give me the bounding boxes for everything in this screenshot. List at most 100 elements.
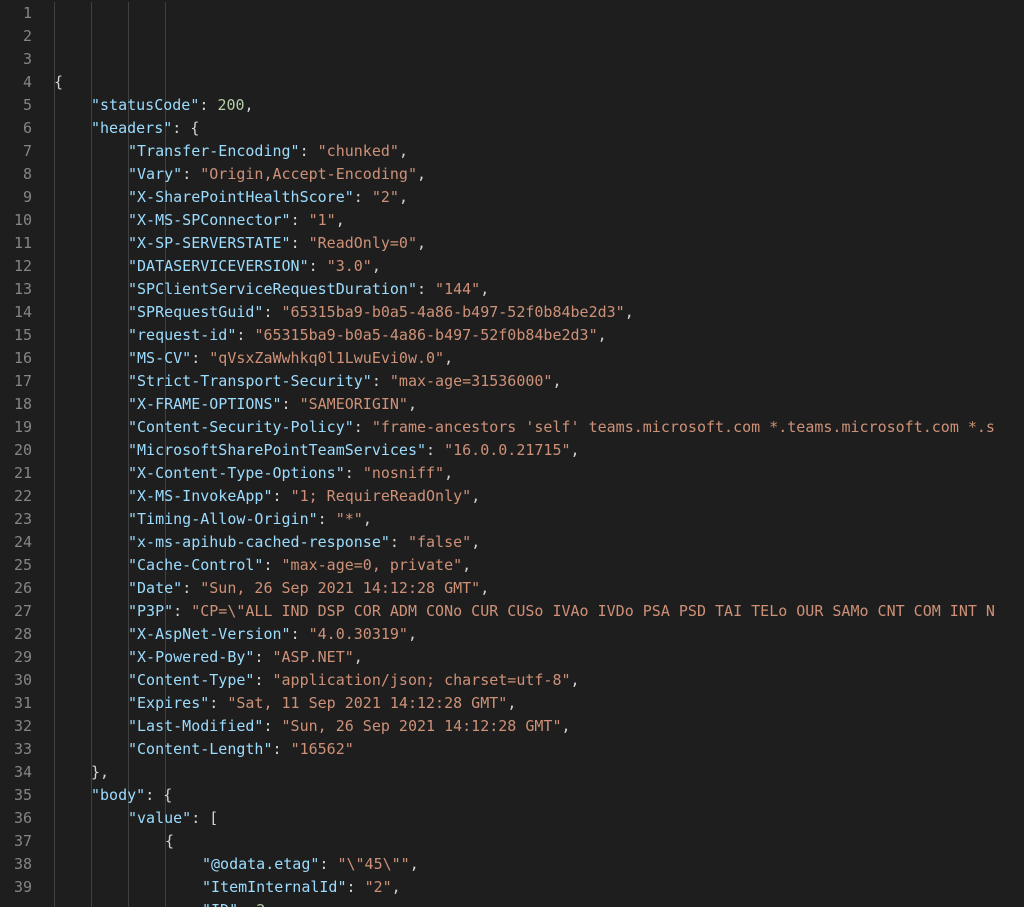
line-number: 6 — [0, 117, 32, 140]
line-number: 39 — [0, 876, 32, 899]
token-pun: : — [172, 119, 190, 137]
code-line[interactable]: "X-AspNet-Version": "4.0.30319", — [44, 623, 1024, 646]
line-number: 20 — [0, 439, 32, 462]
token-key: "X-SP-SERVERSTATE" — [128, 234, 291, 252]
code-line[interactable]: "@odata.etag": "\"45\"", — [44, 853, 1024, 876]
token-key: "MS-CV" — [128, 349, 191, 367]
code-line[interactable]: { — [44, 71, 1024, 94]
code-line[interactable]: "X-MS-InvokeApp": "1; RequireReadOnly", — [44, 485, 1024, 508]
code-line[interactable]: "x-ms-apihub-cached-response": "false", — [44, 531, 1024, 554]
line-number: 7 — [0, 140, 32, 163]
code-line[interactable]: "request-id": "65315ba9-b0a5-4a86-b497-5… — [44, 324, 1024, 347]
code-line[interactable]: "Vary": "Origin,Accept-Encoding", — [44, 163, 1024, 186]
code-line[interactable]: "MS-CV": "qVsxZaWwhkq0l1LwuEvi0w.0", — [44, 347, 1024, 370]
code-line[interactable]: "Cache-Control": "max-age=0, private", — [44, 554, 1024, 577]
token-key: "SPClientServiceRequestDuration" — [128, 280, 417, 298]
token-key: "X-AspNet-Version" — [128, 625, 291, 643]
line-number: 35 — [0, 784, 32, 807]
token-pun: , — [399, 188, 408, 206]
line-number: 2 — [0, 25, 32, 48]
code-line[interactable]: "SPRequestGuid": "65315ba9-b0a5-4a86-b49… — [44, 301, 1024, 324]
token-str: "max-age=31536000" — [390, 372, 553, 390]
line-number: 10 — [0, 209, 32, 232]
token-key: "Expires" — [128, 694, 209, 712]
token-pun: : — [345, 464, 363, 482]
code-line[interactable]: "X-SP-SERVERSTATE": "ReadOnly=0", — [44, 232, 1024, 255]
token-str: "max-age=0, private" — [282, 556, 463, 574]
token-key: "DATASERVICEVERSION" — [128, 257, 309, 275]
code-line[interactable]: "X-MS-SPConnector": "1", — [44, 209, 1024, 232]
line-number: 24 — [0, 531, 32, 554]
line-number: 22 — [0, 485, 32, 508]
code-content[interactable]: {"statusCode": 200,"headers": {"Transfer… — [44, 0, 1024, 907]
token-key: "X-Powered-By" — [128, 648, 254, 666]
token-str: "nosniff" — [363, 464, 444, 482]
token-pun: : — [209, 694, 227, 712]
code-line[interactable]: "MicrosoftSharePointTeamServices": "16.0… — [44, 439, 1024, 462]
code-line[interactable]: "headers": { — [44, 117, 1024, 140]
token-pun: , — [417, 234, 426, 252]
code-line[interactable]: "Expires": "Sat, 11 Sep 2021 14:12:28 GM… — [44, 692, 1024, 715]
code-line[interactable]: }, — [44, 761, 1024, 784]
line-number: 13 — [0, 278, 32, 301]
code-line[interactable]: "value": [ — [44, 807, 1024, 830]
token-pun: : — [145, 786, 163, 804]
line-number: 3 — [0, 48, 32, 71]
code-line[interactable]: "ItemInternalId": "2", — [44, 876, 1024, 899]
code-line[interactable]: "X-Content-Type-Options": "nosniff", — [44, 462, 1024, 485]
code-line[interactable]: "statusCode": 200, — [44, 94, 1024, 117]
token-key: "P3P" — [128, 602, 173, 620]
code-line[interactable]: "Content-Length": "16562" — [44, 738, 1024, 761]
code-line[interactable]: "X-SharePointHealthScore": "2", — [44, 186, 1024, 209]
token-str: "2" — [365, 878, 392, 896]
token-key: "headers" — [91, 119, 172, 137]
line-number: 34 — [0, 761, 32, 784]
code-line[interactable]: "Transfer-Encoding": "chunked", — [44, 140, 1024, 163]
token-key: "ID" — [202, 901, 238, 907]
line-number: 19 — [0, 416, 32, 439]
line-number: 26 — [0, 577, 32, 600]
token-key: "X-SharePointHealthScore" — [128, 188, 354, 206]
line-number: 38 — [0, 853, 32, 876]
token-pun: , — [480, 280, 489, 298]
token-str: "Sun, 26 Sep 2021 14:12:28 GMT" — [200, 579, 480, 597]
code-line[interactable]: "ID": 2, — [44, 899, 1024, 907]
code-line[interactable]: { — [44, 830, 1024, 853]
code-line[interactable]: "Content-Type": "application/json; chars… — [44, 669, 1024, 692]
code-line[interactable]: "body": { — [44, 784, 1024, 807]
line-number: 18 — [0, 393, 32, 416]
token-pun: : — [426, 441, 444, 459]
token-str: "1" — [309, 211, 336, 229]
code-line[interactable]: "Date": "Sun, 26 Sep 2021 14:12:28 GMT", — [44, 577, 1024, 600]
token-key: "Last-Modified" — [128, 717, 263, 735]
code-line[interactable]: "DATASERVICEVERSION": "3.0", — [44, 255, 1024, 278]
code-line[interactable]: "Strict-Transport-Security": "max-age=31… — [44, 370, 1024, 393]
token-str: "*" — [336, 510, 363, 528]
token-num: 200 — [217, 96, 244, 114]
token-pun: : — [254, 671, 272, 689]
code-line[interactable]: "X-Powered-By": "ASP.NET", — [44, 646, 1024, 669]
token-str: "\"45\"" — [337, 855, 409, 873]
line-number: 17 — [0, 370, 32, 393]
line-number-gutter: 1234567891011121314151617181920212223242… — [0, 0, 44, 907]
token-str: "ASP.NET" — [273, 648, 354, 666]
token-str: "Sun, 26 Sep 2021 14:12:28 GMT" — [282, 717, 562, 735]
code-line[interactable]: "Content-Security-Policy": "frame-ancest… — [44, 416, 1024, 439]
token-key: "Content-Type" — [128, 671, 254, 689]
code-line[interactable]: "Last-Modified": "Sun, 26 Sep 2021 14:12… — [44, 715, 1024, 738]
token-pun: , — [444, 349, 453, 367]
line-number: 25 — [0, 554, 32, 577]
code-line[interactable]: "Timing-Allow-Origin": "*", — [44, 508, 1024, 531]
code-line[interactable]: "SPClientServiceRequestDuration": "144", — [44, 278, 1024, 301]
token-brace: [ — [209, 809, 218, 827]
token-pun: , — [571, 671, 580, 689]
code-line[interactable]: "P3P": "CP=\"ALL IND DSP COR ADM CONo CU… — [44, 600, 1024, 623]
token-pun: : — [238, 901, 256, 907]
token-str: "1; RequireReadOnly" — [291, 487, 472, 505]
token-pun: , — [562, 717, 571, 735]
token-pun: : — [236, 326, 254, 344]
line-number: 37 — [0, 830, 32, 853]
token-pun: : — [263, 717, 281, 735]
code-line[interactable]: "X-FRAME-OPTIONS": "SAMEORIGIN", — [44, 393, 1024, 416]
code-editor[interactable]: 1234567891011121314151617181920212223242… — [0, 0, 1024, 907]
